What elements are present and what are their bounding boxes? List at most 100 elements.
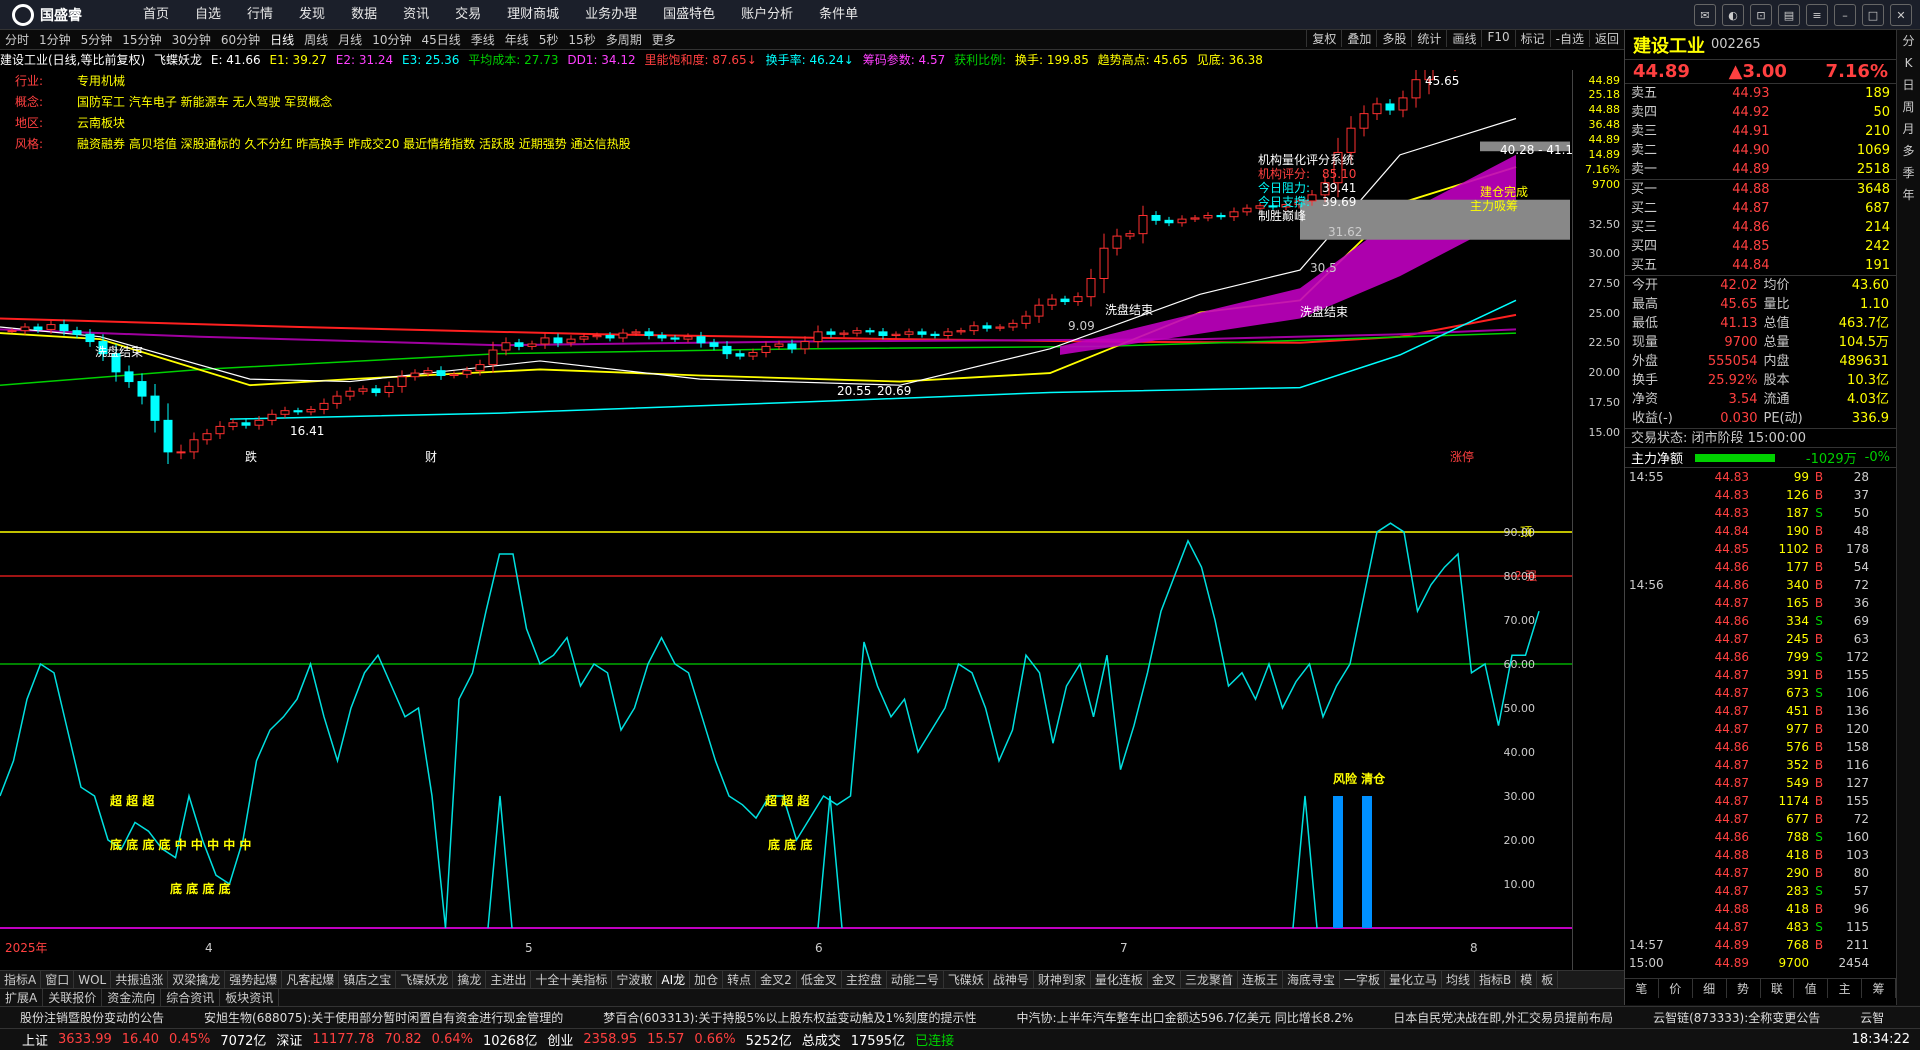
quote-tab-2[interactable]: 细 bbox=[1693, 979, 1727, 998]
bid-row-1[interactable]: 买二 44.87 687 bbox=[1625, 199, 1896, 218]
menu-item-11[interactable]: 条件单 bbox=[806, 0, 871, 30]
menu-item-5[interactable]: 资讯 bbox=[390, 0, 442, 30]
ask-row-0[interactable]: 卖五 44.93 189 bbox=[1625, 84, 1896, 103]
layout-icon[interactable]: ▤ bbox=[1778, 4, 1800, 26]
period-7[interactable]: 周线 bbox=[299, 31, 333, 48]
ask-row-2[interactable]: 卖三 44.91 210 bbox=[1625, 122, 1896, 141]
sidebar-btn-3[interactable]: 周 bbox=[1897, 96, 1920, 118]
menu-item-7[interactable]: 理财商城 bbox=[494, 0, 572, 30]
cy-label[interactable]: 创业 bbox=[547, 1030, 573, 1049]
tab-33[interactable]: 板 bbox=[1537, 971, 1559, 988]
period-2[interactable]: 5分钟 bbox=[76, 31, 118, 48]
period-8[interactable]: 月线 bbox=[333, 31, 367, 48]
bid-row-3[interactable]: 买四 44.85 242 bbox=[1625, 237, 1896, 256]
maximize-icon[interactable]: □ bbox=[1862, 4, 1884, 26]
tab-4[interactable]: 双梁擒龙 bbox=[168, 971, 226, 988]
sidebar-btn-7[interactable]: 年 bbox=[1897, 184, 1920, 206]
tab-7[interactable]: 镇店之宝 bbox=[339, 971, 397, 988]
quote-tab-0[interactable]: 笔 bbox=[1625, 979, 1659, 998]
period-0[interactable]: 分时 bbox=[0, 31, 34, 48]
tab-0[interactable]: 指标A bbox=[0, 971, 42, 988]
tab-16[interactable]: 金叉2 bbox=[756, 971, 797, 988]
period-14[interactable]: 15秒 bbox=[563, 31, 600, 48]
menu-item-3[interactable]: 发现 bbox=[286, 0, 338, 30]
menu-icon[interactable]: ≡ bbox=[1806, 4, 1828, 26]
period-13[interactable]: 5秒 bbox=[534, 31, 564, 48]
sidebar-btn-0[interactable]: 分 bbox=[1897, 30, 1920, 52]
tab-31[interactable]: 指标B bbox=[1475, 971, 1517, 988]
period-11[interactable]: 季线 bbox=[466, 31, 500, 48]
news-item-4[interactable]: 日本自民党决战在即,外汇交易员提前布局 bbox=[1373, 1007, 1633, 1029]
sidebar-btn-4[interactable]: 月 bbox=[1897, 118, 1920, 140]
quote-tab-4[interactable]: 联 bbox=[1761, 979, 1795, 998]
tab-18[interactable]: 主控盘 bbox=[842, 971, 887, 988]
tab-25[interactable]: 三龙聚首 bbox=[1181, 971, 1238, 988]
tab-19[interactable]: 动能二号 bbox=[887, 971, 944, 988]
tab-24[interactable]: 金叉 bbox=[1148, 971, 1181, 988]
tool-1[interactable]: 叠加 bbox=[1341, 30, 1376, 47]
news-tab-2[interactable]: 资金流向 bbox=[102, 989, 162, 1006]
period-12[interactable]: 年线 bbox=[500, 31, 534, 48]
menu-item-9[interactable]: 国盛特色 bbox=[650, 0, 728, 30]
period-16[interactable]: 更多 bbox=[647, 31, 681, 48]
quote-tab-3[interactable]: 势 bbox=[1727, 979, 1761, 998]
tab-2[interactable]: WOL bbox=[74, 971, 112, 988]
news-item-2[interactable]: 梦百合(603313):关于持股5%以上股东权益变动触及1%刻度的提示性 bbox=[583, 1007, 996, 1029]
tab-8[interactable]: 飞碟妖龙 bbox=[396, 971, 454, 988]
tab-23[interactable]: 量化连板 bbox=[1091, 971, 1148, 988]
skin-icon[interactable]: ◐ bbox=[1722, 4, 1744, 26]
news-tab-3[interactable]: 综合资讯 bbox=[161, 989, 221, 1006]
menu-item-1[interactable]: 自选 bbox=[182, 0, 234, 30]
news-item-5[interactable]: 云智链(873333):全称变更公告 bbox=[1633, 1007, 1840, 1029]
ask-row-1[interactable]: 卖四 44.92 50 bbox=[1625, 103, 1896, 122]
ask-row-4[interactable]: 卖一 44.89 2518 bbox=[1625, 160, 1896, 179]
tab-6[interactable]: 凡客起爆 bbox=[282, 971, 340, 988]
period-1[interactable]: 1分钟 bbox=[34, 31, 76, 48]
tab-11[interactable]: 十全十美指标 bbox=[531, 971, 613, 988]
tab-12[interactable]: 宁波敢 bbox=[612, 971, 658, 988]
menu-item-10[interactable]: 账户分析 bbox=[728, 0, 806, 30]
tab-3[interactable]: 共振追涨 bbox=[111, 971, 169, 988]
tool-7[interactable]: -自选 bbox=[1549, 30, 1589, 47]
menu-item-2[interactable]: 行情 bbox=[234, 0, 286, 30]
tab-20[interactable]: 飞碟妖 bbox=[944, 971, 989, 988]
quote-tab-1[interactable]: 价 bbox=[1659, 979, 1693, 998]
tool-2[interactable]: 多股 bbox=[1376, 30, 1411, 47]
ai-dragon-chart[interactable]: 顶? 强风险 清仓超 超 超底 底 底 底 中 中 中 中 中底 底 底 底超 … bbox=[0, 466, 1572, 956]
menu-item-6[interactable]: 交易 bbox=[442, 0, 494, 30]
period-5[interactable]: 60分钟 bbox=[216, 31, 265, 48]
tick-list[interactable]: 14:55 44.83 99 B 28 44.83 126 B 37 44.83 187 S 50 44.… bbox=[1625, 468, 1896, 978]
close-icon[interactable]: ✕ bbox=[1890, 4, 1912, 26]
period-4[interactable]: 30分钟 bbox=[167, 31, 216, 48]
news-item-3[interactable]: 中汽协:上半年汽车整车出口金额达596.7亿美元 同比增长8.2% bbox=[997, 1007, 1374, 1029]
menu-item-0[interactable]: 首页 bbox=[130, 0, 182, 30]
tab-15[interactable]: 转点 bbox=[723, 971, 757, 988]
period-15[interactable]: 多周期 bbox=[601, 31, 647, 48]
news-item-1[interactable]: 安旭生物(688075):关于使用部分暂时闲置自有资金进行现金管理的 bbox=[184, 1007, 583, 1029]
tab-29[interactable]: 量化立马 bbox=[1385, 971, 1443, 988]
minimize-icon[interactable]: – bbox=[1834, 4, 1856, 26]
tool-5[interactable]: F10 bbox=[1481, 30, 1514, 47]
tab-13[interactable]: AI龙 bbox=[657, 971, 691, 988]
news-item-6[interactable]: 云智 bbox=[1840, 1007, 1904, 1029]
news-item-0[interactable]: 股份注销暨股份变动的公告 bbox=[0, 1007, 184, 1029]
indicator-name[interactable]: 飞蝶妖龙 bbox=[154, 53, 202, 67]
news-tab-4[interactable]: 板块资讯 bbox=[220, 989, 280, 1006]
bid-row-4[interactable]: 买五 44.84 191 bbox=[1625, 256, 1896, 275]
tool-4[interactable]: 画线 bbox=[1446, 30, 1481, 47]
news-tab-1[interactable]: 关联报价 bbox=[43, 989, 103, 1006]
tool-8[interactable]: 返回 bbox=[1588, 30, 1624, 47]
quote-tab-6[interactable]: 主 bbox=[1828, 979, 1863, 998]
bid-row-0[interactable]: 买一 44.88 3648 bbox=[1625, 180, 1896, 199]
tab-28[interactable]: 一字板 bbox=[1340, 971, 1385, 988]
quote-tab-7[interactable]: 筹 bbox=[1862, 979, 1896, 998]
tool-3[interactable]: 统计 bbox=[1411, 30, 1446, 47]
sidebar-btn-5[interactable]: 多 bbox=[1897, 140, 1920, 162]
sidebar-btn-2[interactable]: 日 bbox=[1897, 74, 1920, 96]
lock-icon[interactable]: ⊡ bbox=[1750, 4, 1772, 26]
tab-32[interactable]: 模 bbox=[1516, 971, 1538, 988]
sh-label[interactable]: 上证 bbox=[22, 1030, 48, 1049]
tab-26[interactable]: 连板王 bbox=[1238, 971, 1283, 988]
tool-0[interactable]: 复权 bbox=[1306, 30, 1341, 47]
sz-label[interactable]: 深证 bbox=[276, 1030, 302, 1049]
